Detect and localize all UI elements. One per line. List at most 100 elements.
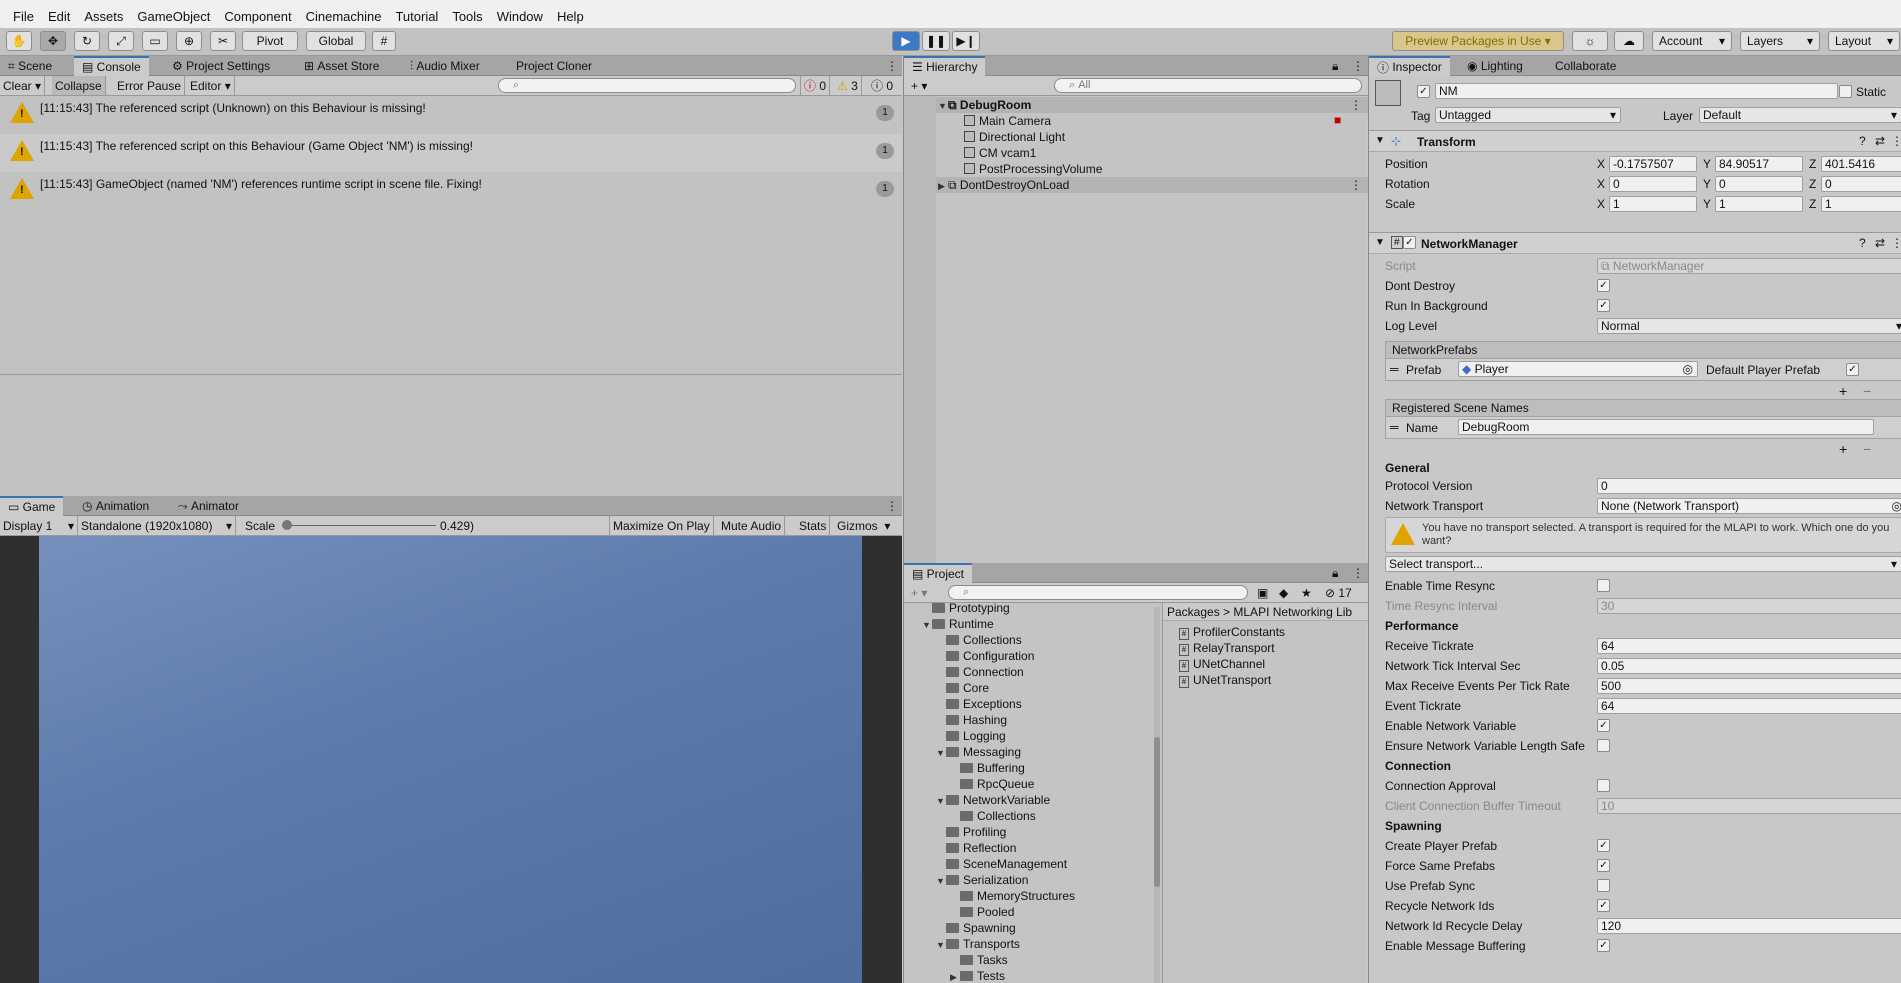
protocol-field[interactable]: 0: [1597, 478, 1901, 494]
hierarchy-item[interactable]: Main Camera: [964, 114, 1051, 128]
rotation-z-field[interactable]: 0: [1821, 176, 1901, 192]
default-player-checkbox[interactable]: ✓: [1846, 363, 1859, 376]
breadcrumb-packages[interactable]: Packages: [1167, 605, 1220, 619]
tree-scroll-thumb[interactable]: [1154, 737, 1160, 887]
recycle-ids-checkbox[interactable]: ✓: [1597, 899, 1610, 912]
layers-dropdown[interactable]: Layers ▾: [1740, 31, 1820, 51]
drag-handle-icon[interactable]: ═: [1390, 362, 1399, 376]
enable-msg-buf-checkbox[interactable]: ✓: [1597, 939, 1610, 952]
project-folder[interactable]: ▼ Runtime: [922, 617, 994, 631]
script-file[interactable]: # ProfilerConstants: [1179, 625, 1285, 640]
prefab-field[interactable]: ◆ Player ◎: [1458, 361, 1698, 377]
menu-file[interactable]: File: [6, 9, 41, 28]
foldout-icon[interactable]: ▶: [950, 972, 960, 983]
stats-toggle[interactable]: Stats: [796, 516, 831, 535]
conn-approval-checkbox[interactable]: [1597, 779, 1610, 792]
networkmanager-header[interactable]: ▼ # ✓ NetworkManager ? ⇄ ⋮: [1369, 232, 1901, 254]
project-folder[interactable]: ▼ NetworkVariable: [936, 793, 1050, 807]
project-folder[interactable]: ▼ Serialization: [936, 873, 1028, 887]
tab-scene[interactable]: ⌗ Scene: [0, 56, 60, 76]
component-enabled-checkbox[interactable]: ✓: [1403, 236, 1416, 249]
hand-tool-icon[interactable]: ✋: [6, 31, 32, 51]
rotation-y-field[interactable]: 0: [1715, 176, 1803, 192]
scale-z-field[interactable]: 1: [1821, 196, 1901, 212]
transform-tool-icon[interactable]: ⊕: [176, 31, 202, 51]
script-file[interactable]: # RelayTransport: [1179, 641, 1275, 656]
scene-name-field[interactable]: DebugRoom: [1458, 419, 1874, 435]
collab-icon[interactable]: ☼: [1572, 31, 1608, 51]
tab-collaborate[interactable]: Collaborate: [1547, 56, 1624, 76]
breadcrumb-mlapi[interactable]: MLAPI Networking Lib: [1233, 605, 1352, 619]
component-menu-icon[interactable]: ⋮: [1891, 236, 1901, 250]
create-button[interactable]: + ▾: [908, 583, 930, 602]
tick-interval-field[interactable]: 0.05: [1597, 658, 1901, 674]
panel-menu-icon[interactable]: ⋮: [878, 56, 906, 76]
menu-component[interactable]: Component: [217, 9, 298, 28]
collapse-button[interactable]: Collapse: [52, 76, 106, 95]
enable-resync-checkbox[interactable]: [1597, 579, 1610, 592]
foldout-icon[interactable]: ▼: [936, 796, 946, 806]
console-splitter[interactable]: [0, 374, 902, 375]
project-folder[interactable]: RpcQueue: [950, 777, 1034, 791]
tree-scrollbar[interactable]: [1154, 607, 1160, 983]
recycle-delay-field[interactable]: 120: [1597, 918, 1901, 934]
help-icon[interactable]: ?: [1859, 134, 1866, 148]
component-menu-icon[interactable]: ⋮: [1891, 134, 1901, 148]
project-folder[interactable]: Profiling: [936, 825, 1006, 839]
tab-inspector[interactable]: ⓘ Inspector: [1369, 56, 1450, 76]
project-folder[interactable]: Prototyping: [922, 603, 1010, 615]
tab-project-settings[interactable]: ⚙ Project Settings: [164, 56, 278, 76]
receive-tick-field[interactable]: 64: [1597, 638, 1901, 654]
console-search-input[interactable]: ⌕: [498, 78, 796, 93]
select-transport-dropdown[interactable]: Select transport... ▾: [1385, 556, 1901, 572]
tab-lighting[interactable]: ◉ Lighting: [1459, 56, 1531, 76]
tab-game[interactable]: ▭ Game: [0, 496, 64, 516]
log-entry[interactable]: ! [11:15:43] GameObject (named 'NM') ref…: [0, 172, 902, 210]
position-y-field[interactable]: 84.90517: [1715, 156, 1803, 172]
project-folder[interactable]: Exceptions: [936, 697, 1022, 711]
rotation-x-field[interactable]: 0: [1609, 176, 1697, 192]
foldout-icon[interactable]: ▼: [936, 940, 946, 950]
custom-tool-icon[interactable]: ✂: [210, 31, 236, 51]
force-same-checkbox[interactable]: ✓: [1597, 859, 1610, 872]
project-search-input[interactable]: ⌕: [948, 585, 1248, 600]
project-folder[interactable]: Collections: [950, 809, 1036, 823]
game-viewport[interactable]: [39, 536, 862, 983]
tab-animation[interactable]: ◷ Animation: [74, 496, 157, 516]
project-folder[interactable]: SceneManagement: [936, 857, 1067, 871]
menu-gameobject[interactable]: GameObject: [130, 9, 217, 28]
menu-cinemachine[interactable]: Cinemachine: [299, 9, 389, 28]
position-z-field[interactable]: 401.5416: [1821, 156, 1901, 172]
project-folder[interactable]: Configuration: [936, 649, 1034, 663]
project-folder[interactable]: Buffering: [950, 761, 1025, 775]
transform-header[interactable]: ▼ ⊹ Transform ? ⇄ ⋮: [1369, 130, 1901, 152]
add-prefab-button[interactable]: +: [1839, 383, 1847, 399]
script-file[interactable]: # UNetChannel: [1179, 657, 1265, 672]
filter-type-icon[interactable]: ▣: [1254, 583, 1271, 602]
dont-destroy-checkbox[interactable]: ✓: [1597, 279, 1610, 292]
project-folder[interactable]: MemoryStructures: [950, 889, 1075, 903]
pivot-toggle[interactable]: Pivot: [242, 31, 298, 51]
log-entry[interactable]: ! [11:15:43] The referenced script on th…: [0, 134, 902, 172]
layout-dropdown[interactable]: Layout ▾: [1828, 31, 1900, 51]
create-button[interactable]: + ▾: [908, 76, 930, 95]
tab-project[interactable]: ▤ Project: [904, 563, 973, 583]
active-checkbox[interactable]: ✓: [1417, 85, 1430, 98]
menu-tools[interactable]: Tools: [445, 9, 489, 28]
tab-hierarchy[interactable]: ☰ Hierarchy: [904, 56, 986, 76]
gizmos-dropdown[interactable]: Gizmos ▾: [834, 516, 893, 535]
project-folder[interactable]: Logging: [936, 729, 1006, 743]
scale-y-field[interactable]: 1: [1715, 196, 1803, 212]
max-events-field[interactable]: 500: [1597, 678, 1901, 694]
play-button[interactable]: ▶: [892, 31, 920, 51]
error-pause-button[interactable]: Error Pause: [114, 76, 186, 95]
project-folder[interactable]: ▶ Tests: [950, 969, 1005, 983]
snap-icon[interactable]: #: [372, 31, 396, 51]
static-checkbox[interactable]: [1839, 85, 1852, 98]
maximize-on-play-toggle[interactable]: Maximize On Play: [610, 516, 714, 535]
position-x-field[interactable]: -0.1757507: [1609, 156, 1697, 172]
menu-window[interactable]: Window: [490, 9, 550, 28]
project-folder[interactable]: Collections: [936, 633, 1022, 647]
project-folder[interactable]: Tasks: [950, 953, 1008, 967]
preset-icon[interactable]: ⇄: [1875, 134, 1885, 148]
